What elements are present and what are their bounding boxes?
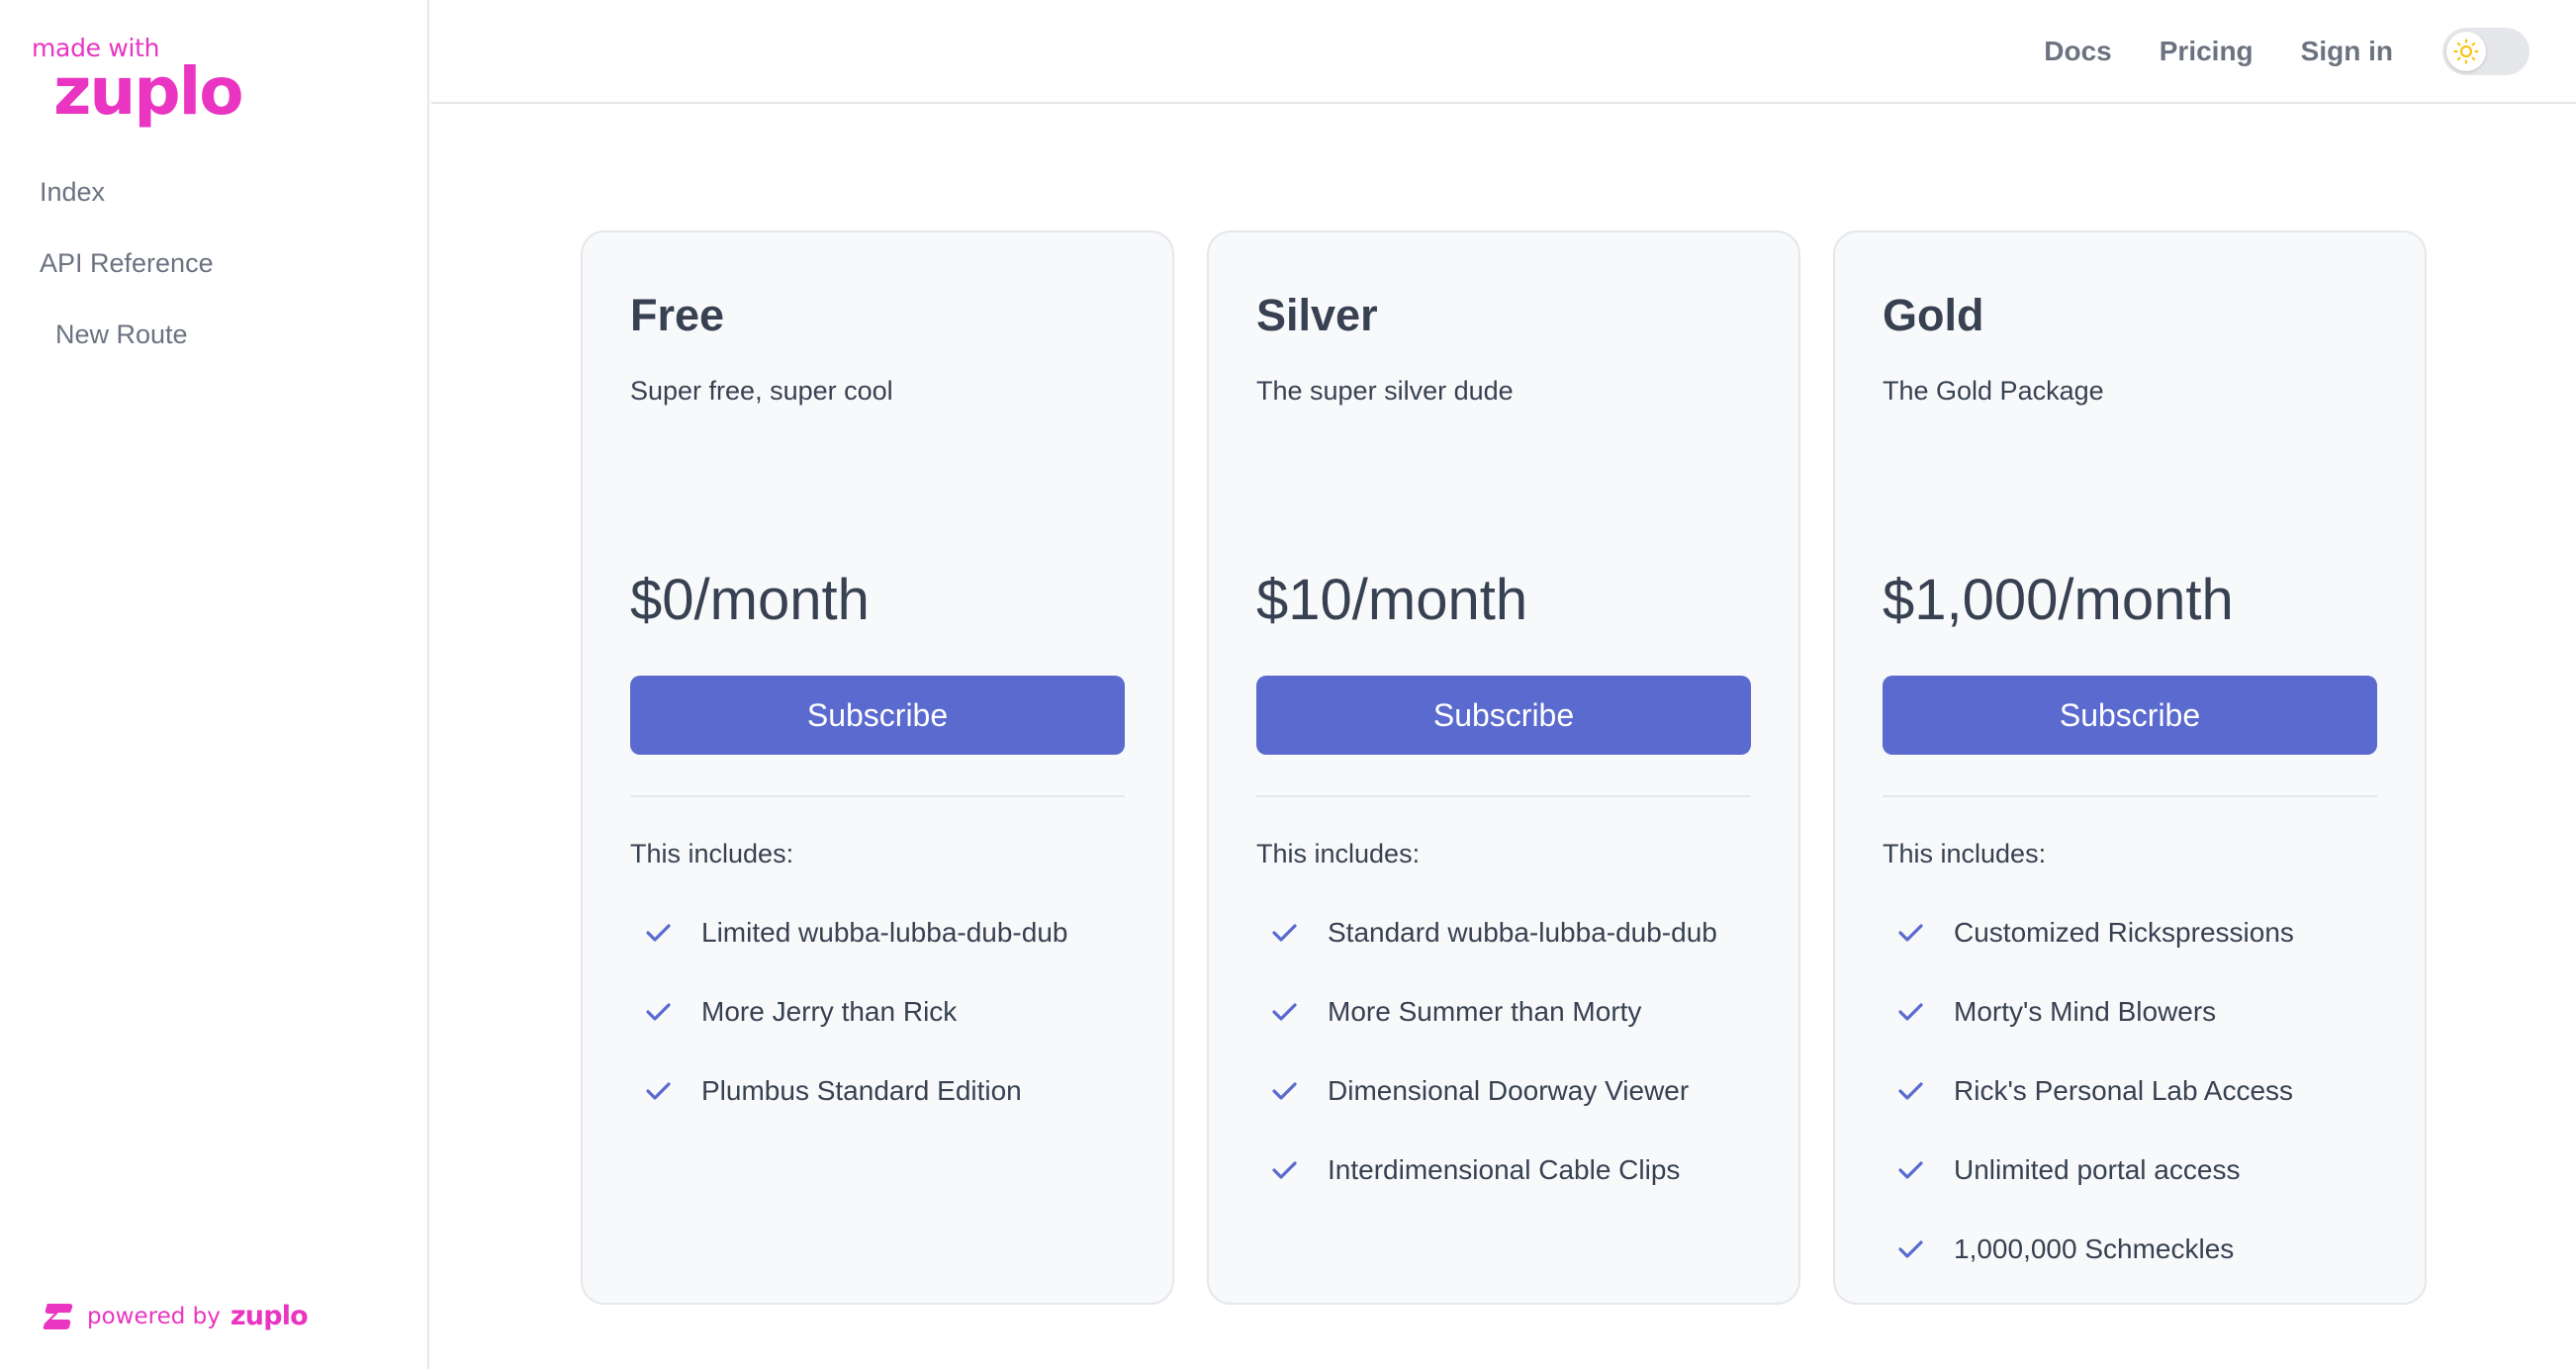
subscribe-button-silver[interactable]: Subscribe — [1256, 676, 1751, 755]
card-divider — [630, 795, 1125, 797]
plan-name: Free — [630, 290, 725, 340]
sidebar-item-index[interactable]: Index — [40, 174, 214, 210]
check-icon — [1898, 1240, 1923, 1258]
sidebar-item-new-route[interactable]: New Route — [40, 317, 214, 352]
feature-item: Customized Rickspressions — [1883, 893, 2294, 972]
zuplo-z-icon — [43, 1304, 73, 1329]
includes-label: This includes: — [630, 839, 794, 868]
card-divider — [1883, 795, 2377, 797]
header-link-docs[interactable]: Docs — [2044, 30, 2111, 73]
feature-text: More Summer than Morty — [1328, 996, 1642, 1027]
feature-list: Customized Rickspressions Morty's Mind B… — [1883, 893, 2294, 1289]
app-root: made with zuplo Index API Reference New … — [0, 0, 2576, 1369]
feature-item: Plumbus Standard Edition — [630, 1051, 1067, 1131]
header-nav: Docs Pricing Sign in — [2044, 30, 2393, 73]
card-divider — [1256, 795, 1751, 797]
check-icon — [1898, 1003, 1923, 1021]
feature-item: Unlimited portal access — [1883, 1131, 2294, 1210]
check-icon — [1898, 924, 1923, 942]
feature-item: Morty's Mind Blowers — [1883, 972, 2294, 1051]
top-header: Docs Pricing Sign in — [431, 0, 2576, 104]
feature-list: Limited wubba-lubba-dub-dub More Jerry t… — [630, 893, 1067, 1131]
feature-text: More Jerry than Rick — [701, 996, 958, 1027]
check-icon — [646, 924, 671, 942]
feature-item: Dimensional Doorway Viewer — [1256, 1051, 1717, 1131]
pricing-card-silver: Silver The super silver dude $10/month S… — [1207, 230, 1800, 1305]
check-icon — [646, 1082, 671, 1100]
check-icon — [1898, 1161, 1923, 1179]
plan-description: The super silver dude — [1256, 376, 1514, 406]
check-icon — [1272, 1161, 1297, 1179]
plan-price: $0/month — [630, 568, 870, 632]
powered-by-zuplo-link[interactable]: powered by zuplo — [42, 1301, 309, 1331]
feature-item: More Summer than Morty — [1256, 972, 1717, 1051]
subscribe-button-free[interactable]: Subscribe — [630, 676, 1125, 755]
pricing-card-gold: Gold The Gold Package $1,000/month Subsc… — [1833, 230, 2427, 1305]
includes-label: This includes: — [1256, 839, 1421, 868]
theme-toggle[interactable] — [2442, 28, 2530, 75]
check-icon — [1898, 1082, 1923, 1100]
feature-text: Dimensional Doorway Viewer — [1328, 1075, 1690, 1106]
feature-text: Plumbus Standard Edition — [701, 1075, 1022, 1106]
feature-item: Standard wubba-lubba-dub-dub — [1256, 893, 1717, 972]
feature-item: Rick's Personal Lab Access — [1883, 1051, 2294, 1131]
feature-list: Standard wubba-lubba-dub-dub More Summer… — [1256, 893, 1717, 1210]
sun-icon — [2453, 39, 2479, 64]
header-link-sign-in[interactable]: Sign in — [2301, 30, 2393, 73]
plan-price: $1,000/month — [1883, 568, 2234, 632]
plan-price: $10/month — [1256, 568, 1528, 632]
sidebar: made with zuplo Index API Reference New … — [0, 0, 429, 1369]
check-icon — [1272, 1003, 1297, 1021]
plan-name: Gold — [1883, 290, 1984, 340]
powered-by-text: powered by — [87, 1304, 221, 1329]
subscribe-button-gold[interactable]: Subscribe — [1883, 676, 2377, 755]
sidebar-item-api-reference[interactable]: API Reference — [40, 245, 214, 281]
feature-text: Unlimited portal access — [1954, 1154, 2241, 1185]
sidebar-nav: Index API Reference New Route — [40, 174, 214, 388]
feature-text: Standard wubba-lubba-dub-dub — [1328, 917, 1717, 948]
pricing-card-free: Free Super free, super cool $0/month Sub… — [581, 230, 1174, 1305]
pricing-cards: Free Super free, super cool $0/month Sub… — [581, 230, 2427, 1305]
feature-text: Rick's Personal Lab Access — [1954, 1075, 2294, 1106]
feature-text: Limited wubba-lubba-dub-dub — [701, 917, 1068, 948]
includes-label: This includes: — [1883, 839, 2047, 868]
header-link-pricing[interactable]: Pricing — [2160, 30, 2254, 73]
feature-item: More Jerry than Rick — [630, 972, 1067, 1051]
check-icon — [646, 1003, 671, 1021]
plan-description: Super free, super cool — [630, 376, 893, 406]
feature-item: 1,000,000 Schmeckles — [1883, 1210, 2294, 1289]
feature-text: Morty's Mind Blowers — [1954, 996, 2217, 1027]
theme-toggle-knob — [2446, 32, 2486, 71]
check-icon — [1272, 924, 1297, 942]
plan-description: The Gold Package — [1883, 376, 2104, 406]
check-icon — [1272, 1082, 1297, 1100]
plan-name: Silver — [1256, 290, 1378, 340]
feature-text: Interdimensional Cable Clips — [1328, 1154, 1681, 1185]
feature-item: Limited wubba-lubba-dub-dub — [630, 893, 1067, 972]
feature-text: Customized Rickspressions — [1954, 917, 2294, 948]
powered-by-brand: zuplo — [230, 1301, 309, 1331]
made-with-zuplo-logo[interactable]: made with zuplo — [32, 34, 244, 130]
feature-item: Interdimensional Cable Clips — [1256, 1131, 1717, 1210]
feature-text: 1,000,000 Schmeckles — [1954, 1233, 2235, 1264]
logo-zuplo-wordmark: zuplo — [53, 53, 244, 130]
